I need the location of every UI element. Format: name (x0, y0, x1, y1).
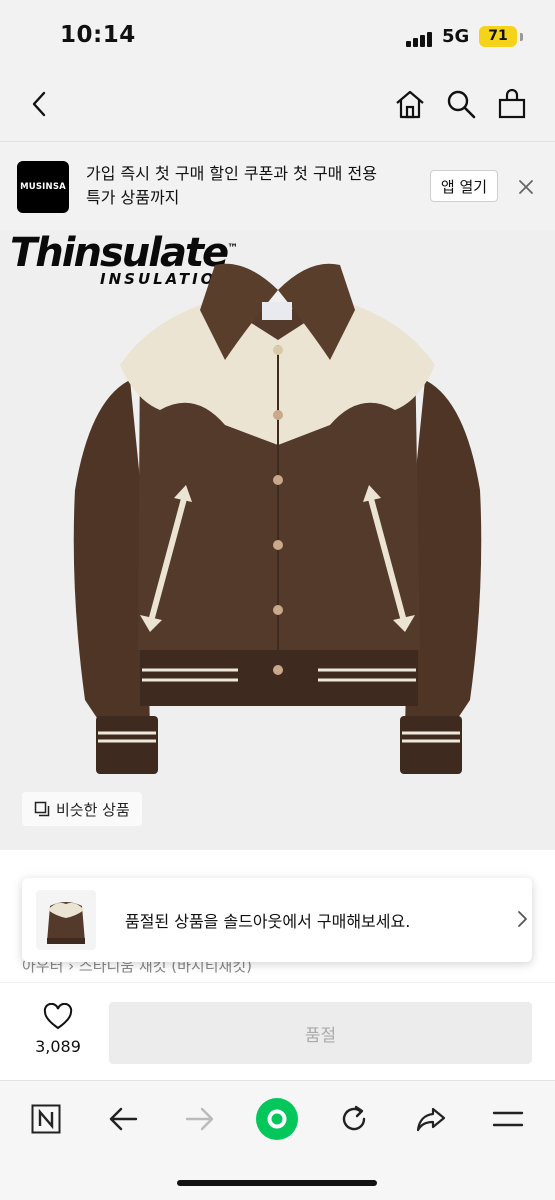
similar-products-label: 비슷한 상품 (56, 800, 130, 819)
green-dot-icon (256, 1098, 298, 1140)
promo-text: 가입 즉시 첫 구매 할인 쿠폰과 첫 구매 전용 특가 상품까지 (86, 162, 416, 210)
menu-icon (492, 1111, 524, 1127)
top-nav (0, 68, 555, 142)
home-indicator (177, 1180, 377, 1186)
back-icon (32, 91, 46, 117)
naver-home-button[interactable] (24, 1097, 68, 1141)
home-button[interactable] (392, 86, 428, 122)
search-icon (447, 90, 476, 119)
promo-line-2: 특가 상품까지 (86, 188, 180, 207)
share-button[interactable] (409, 1097, 453, 1141)
promo-line-1: 가입 즉시 첫 구매 할인 쿠폰과 첫 구매 전용 (86, 164, 377, 183)
green-dot-button[interactable] (255, 1097, 299, 1141)
back-arrow-icon (109, 1107, 138, 1131)
jacket-illustration (73, 263, 482, 774)
like-button[interactable]: 3,089 (30, 1002, 86, 1056)
purchase-bar: 3,089 품절 (0, 982, 555, 1080)
chevron-right-icon (518, 911, 527, 927)
signal-icon (406, 28, 434, 47)
share-icon (416, 1107, 446, 1132)
musinsa-logo: MUSINSA (17, 161, 69, 213)
open-app-button[interactable]: 앱 열기 (430, 170, 498, 202)
browser-back-button[interactable] (101, 1097, 145, 1141)
bag-icon (498, 88, 526, 119)
product-image[interactable]: Thinsulate™ INSULATION 비슷한 상품 (0, 230, 555, 850)
battery-level: 71 (479, 26, 517, 47)
close-icon[interactable] (517, 178, 535, 196)
naver-n-icon (31, 1104, 61, 1134)
jacket-thumbnail (47, 902, 85, 944)
soldout-thumbnail (36, 890, 96, 950)
refresh-icon (342, 1105, 366, 1131)
heart-icon (43, 1002, 73, 1030)
refresh-button[interactable] (332, 1097, 376, 1141)
app-install-banner: MUSINSA 가입 즉시 첫 구매 할인 쿠폰과 첫 구매 전용 특가 상품까… (0, 142, 555, 230)
cart-button[interactable] (494, 86, 530, 122)
status-bar: 10:14 5G 71 (0, 0, 555, 68)
status-time: 10:14 (60, 22, 136, 48)
forward-arrow-icon (185, 1107, 214, 1131)
battery-icon (520, 33, 523, 41)
home-icon (396, 90, 424, 119)
back-button[interactable] (22, 86, 58, 122)
browser-forward-button[interactable] (178, 1097, 222, 1141)
soldout-button[interactable]: 품절 (109, 1002, 532, 1064)
similar-icon (34, 801, 50, 817)
menu-button[interactable] (486, 1097, 530, 1141)
similar-products-button[interactable]: 비슷한 상품 (22, 792, 142, 826)
soldout-popup[interactable]: 품절된 상품을 솔드아웃에서 구매해보세요. (22, 878, 532, 962)
like-count: 3,089 (35, 1037, 81, 1056)
search-button[interactable] (443, 86, 479, 122)
soldout-message: 품절된 상품을 솔드아웃에서 구매해보세요. (125, 912, 411, 931)
network-type: 5G (442, 26, 470, 47)
